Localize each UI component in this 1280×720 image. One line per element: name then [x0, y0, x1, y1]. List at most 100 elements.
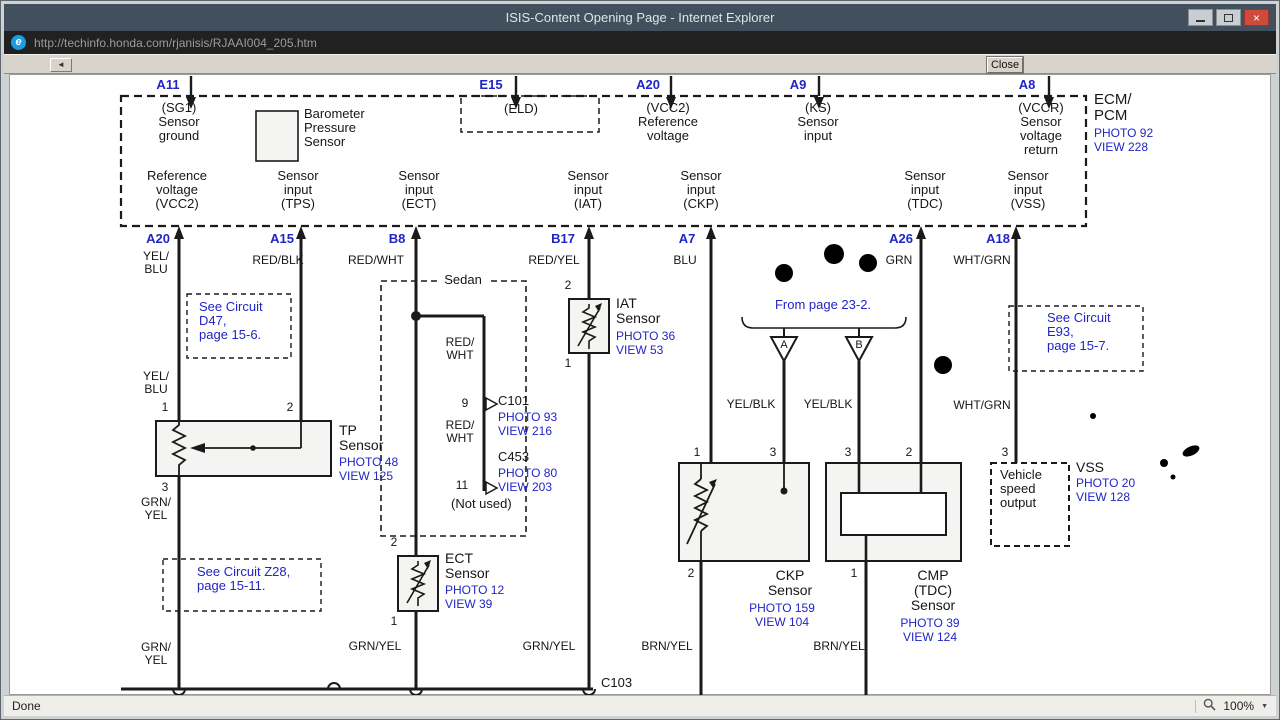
ect-name: ECT Sensor — [445, 550, 490, 581]
pin-label-a8: A8 — [1018, 77, 1036, 92]
ref-circuit-d47: See Circuit D47, page 15-6. — [199, 299, 263, 342]
pin-label-a15: A15 — [270, 231, 294, 246]
wiring-diagram: A11 E15 A20 A9 A8 (SG1) Sensor ground Ba… — [1, 1, 1279, 719]
ref-circuit-z28: See Circuit Z28, page 15-11. — [197, 564, 291, 593]
signal-refvolt: Reference voltage (VCC2) — [147, 168, 207, 211]
address-bar[interactable]: e http://techinfo.honda.com/rjanisis/RJA… — [4, 31, 1276, 54]
back-button[interactable]: ◄ — [50, 58, 72, 72]
pin-label-a26: A26 — [889, 231, 913, 246]
c453-view-link[interactable]: VIEW 203 — [498, 481, 552, 494]
statusbar-divider — [1195, 699, 1197, 713]
vss-name: VSS — [1076, 459, 1105, 475]
iat-view-link[interactable]: VIEW 53 — [616, 344, 663, 357]
barometer-label: Barometer Pressure Sensor — [304, 106, 365, 149]
minimize-button[interactable] — [1188, 9, 1213, 26]
pin-label-a9: A9 — [789, 77, 807, 92]
ect-pin1: 1 — [390, 614, 398, 628]
scan-artifacts — [775, 244, 1200, 480]
c101-view-link[interactable]: VIEW 216 — [498, 425, 552, 438]
wire-grnyel-iat: GRN/YEL — [522, 639, 576, 653]
status-bar: Done 100% ▼ — [4, 695, 1276, 716]
c101-name: C101 — [498, 393, 530, 408]
ecm-view-link[interactable]: VIEW 228 — [1094, 141, 1148, 154]
ckp-pin2: 2 — [687, 566, 695, 580]
from-page-bracket — [741, 316, 907, 364]
wire-whtgrn-2: WHT/GRN — [953, 398, 1011, 412]
cmp-name: CMP (TDC) Sensor — [910, 567, 956, 613]
wire-grnyel-2: GRN/ YEL — [141, 640, 171, 667]
ect-pin2: 2 — [390, 535, 398, 549]
sedan-pin11: 11 — [455, 478, 469, 492]
ie-icon: e — [11, 35, 26, 50]
tp-view-link[interactable]: VIEW 125 — [339, 470, 393, 483]
ref-circuit-e93: See Circuit E93, page 15-7. — [1047, 310, 1111, 353]
c101-photo-link[interactable]: PHOTO 93 — [498, 411, 557, 424]
sedan-label: Sedan — [439, 273, 487, 287]
minimize-icon — [1196, 19, 1205, 22]
triangle-b-letter: B — [855, 339, 863, 351]
close-window-button[interactable]: × — [1244, 9, 1269, 26]
pin-label-b17: B17 — [551, 231, 575, 246]
vss-pin3: 3 — [1001, 445, 1009, 459]
wire-whtgrn-1: WHT/GRN — [953, 253, 1011, 267]
wire-yelblk-a: YEL/BLK — [726, 397, 776, 411]
sedan-pin9: 9 — [461, 396, 469, 410]
window-controls: × — [1188, 9, 1269, 26]
browser-window: ISIS-Content Opening Page - Internet Exp… — [0, 0, 1280, 720]
maximize-button[interactable] — [1216, 9, 1241, 26]
zoom-caret-icon[interactable]: ▼ — [1261, 703, 1268, 710]
iat-pin1: 1 — [564, 356, 572, 370]
title-bar[interactable]: ISIS-Content Opening Page - Internet Exp… — [4, 4, 1276, 31]
wire-grnyel-ect: GRN/YEL — [348, 639, 402, 653]
signal-ks: (KS) Sensor input — [797, 100, 839, 143]
cmp-inner-box — [840, 492, 947, 536]
wire-redwht-sedan2: RED/ WHT — [445, 418, 475, 445]
zoom-level[interactable]: 100% — [1223, 699, 1254, 713]
iat-photo-link[interactable]: PHOTO 36 — [616, 330, 675, 343]
ckp-pin3: 3 — [769, 445, 777, 459]
signal-sg1: (SG1) Sensor ground — [158, 100, 200, 143]
zoom-icon — [1203, 698, 1216, 714]
c453-photo-link[interactable]: PHOTO 80 — [498, 467, 557, 480]
pin-label-a20-top: A20 — [636, 77, 660, 92]
baro-box — [255, 110, 299, 162]
ect-view-link[interactable]: VIEW 39 — [445, 598, 492, 611]
vss-box-label: Vehicle speed output — [1000, 467, 1042, 510]
url-text[interactable]: http://techinfo.honda.com/rjanisis/RJAAI… — [34, 36, 317, 50]
pin-label-a18: A18 — [986, 231, 1010, 246]
cmp-pin3: 3 — [844, 445, 852, 459]
back-icon: ◄ — [57, 60, 65, 69]
ckp-photo-link[interactable]: PHOTO 159 — [749, 602, 815, 615]
vss-photo-link[interactable]: PHOTO 20 — [1076, 477, 1135, 490]
wire-brnyel-ckp: BRN/YEL — [641, 639, 693, 653]
wire-grnyel-1: GRN/ YEL — [141, 495, 171, 522]
triangle-a-letter: A — [780, 339, 788, 351]
ecm-photo-link[interactable]: PHOTO 92 — [1094, 127, 1153, 140]
tp-photo-link[interactable]: PHOTO 48 — [339, 456, 398, 469]
tp-pin3: 3 — [161, 480, 169, 494]
c453-name: C453 — [498, 449, 530, 464]
close-icon: × — [1252, 10, 1260, 25]
tp-name: TP Sensor — [339, 422, 384, 453]
wire-redwht: RED/WHT — [348, 253, 404, 267]
ckp-view-link[interactable]: VIEW 104 — [755, 616, 809, 629]
iat-pin2: 2 — [564, 278, 572, 292]
pin-label-a20: A20 — [146, 231, 170, 246]
vss-view-link[interactable]: VIEW 128 — [1076, 491, 1130, 504]
signal-ckp: Sensor input (CKP) — [680, 168, 722, 211]
wire-blu: BLU — [673, 253, 697, 267]
window-title: ISIS-Content Opening Page - Internet Exp… — [505, 10, 775, 25]
cmp-pin1: 1 — [850, 566, 858, 580]
cmp-view-link[interactable]: VIEW 124 — [903, 631, 957, 644]
tp-pin1: 1 — [161, 400, 169, 414]
ckp-name: CKP Sensor — [767, 567, 813, 598]
toolbar: ◄ Close — [4, 54, 1276, 74]
pin-label-b8: B8 — [388, 231, 406, 246]
cmp-photo-link[interactable]: PHOTO 39 — [900, 617, 959, 630]
zoom-area: 100% ▼ — [1195, 698, 1268, 714]
close-page-button[interactable]: Close — [987, 57, 1023, 73]
ecm-name: ECM/ PCM — [1094, 91, 1132, 124]
ect-photo-link[interactable]: PHOTO 12 — [445, 584, 504, 597]
signal-iat: Sensor input (IAT) — [567, 168, 609, 211]
iat-name: IAT Sensor — [616, 295, 661, 326]
